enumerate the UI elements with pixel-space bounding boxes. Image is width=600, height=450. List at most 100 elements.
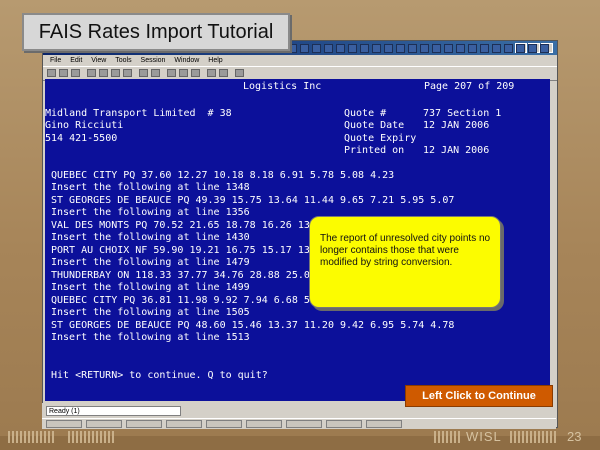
app-icon[interactable]: [348, 44, 357, 53]
app-icon[interactable]: [492, 44, 501, 53]
app-icon[interactable]: [516, 44, 525, 53]
footer-bar-mark: [518, 431, 520, 443]
footer-bar-mark: [442, 431, 444, 443]
disconnect-icon[interactable]: [151, 69, 160, 77]
report-line: Insert the following at line 1505: [51, 307, 250, 318]
connect-icon[interactable]: [139, 69, 148, 77]
footer-bar-mark: [514, 431, 516, 443]
app-icon[interactable]: [432, 44, 441, 53]
new-icon[interactable]: [47, 69, 56, 77]
app-icon[interactable]: [540, 44, 549, 53]
footer-bar-mark: [96, 431, 98, 443]
app-icon[interactable]: [396, 44, 405, 53]
footer-bar-mark: [100, 431, 102, 443]
report-line: Insert the following at line 1513: [51, 332, 250, 343]
report-line: Insert the following at line 1499: [51, 282, 250, 293]
report-line: THUNDERBAY ON 118.33 37.77 34.76 28.88 2…: [51, 270, 310, 281]
open-icon[interactable]: [59, 69, 68, 77]
footer-bar-mark: [48, 431, 50, 443]
app-icon[interactable]: [360, 44, 369, 53]
report-line: QUEBEC CITY PQ 37.60 12.27 10.18 8.18 6.…: [51, 170, 395, 181]
footer-bar-mark: [84, 431, 86, 443]
callout-text: The report of unresolved city points no …: [320, 233, 491, 268]
menu-bar: File Edit View Tools Session Window Help: [43, 55, 557, 66]
app-icon[interactable]: [504, 44, 513, 53]
footer-bar-mark: [44, 431, 46, 443]
continue-prompt: Hit <RETURN> to continue. Q to quit?: [51, 370, 268, 381]
app-icon[interactable]: [480, 44, 489, 53]
report-line: Insert the following at line 1479: [51, 257, 250, 268]
print-icon[interactable]: [87, 69, 96, 77]
app-icon[interactable]: [384, 44, 393, 53]
footer-bar-mark: [104, 431, 106, 443]
taskbar-item[interactable]: [366, 420, 402, 428]
taskbar-item[interactable]: [46, 420, 82, 428]
quote-date-value: 12 JAN 2006: [423, 120, 490, 131]
app-icon[interactable]: [408, 44, 417, 53]
contact-name: Gino Ricciuti: [45, 120, 124, 131]
footer-bar-mark: [80, 431, 82, 443]
company-line: Midland Transport Limited # 38: [45, 108, 232, 119]
menu-file[interactable]: File: [50, 57, 61, 64]
app-icon[interactable]: [528, 44, 537, 53]
transfer-icon[interactable]: [219, 69, 228, 77]
cut-icon[interactable]: [99, 69, 108, 77]
taskbar-item[interactable]: [326, 420, 362, 428]
taskbar-item[interactable]: [246, 420, 282, 428]
footer-bar-mark: [112, 431, 114, 443]
footer-bar-mark: [554, 431, 556, 443]
menu-help[interactable]: Help: [208, 57, 222, 64]
quick-launch-icons: [264, 43, 550, 55]
taskbar-item[interactable]: [166, 420, 202, 428]
menu-window[interactable]: Window: [174, 57, 199, 64]
app-icon[interactable]: [324, 44, 333, 53]
app-icon[interactable]: [336, 44, 345, 53]
menu-edit[interactable]: Edit: [70, 57, 82, 64]
footer-bar-mark: [510, 431, 512, 443]
phone-number: 514 421-5500: [45, 133, 118, 144]
app-icon[interactable]: [372, 44, 381, 53]
help-icon[interactable]: [235, 69, 244, 77]
continue-button[interactable]: Left Click to Continue: [405, 385, 553, 407]
footer-bar-mark: [434, 431, 436, 443]
quote-number-label: Quote #: [344, 108, 387, 119]
footer-bar-mark: [438, 431, 440, 443]
app-icon[interactable]: [312, 44, 321, 53]
footer-bar-mark: [534, 431, 536, 443]
paste-icon[interactable]: [123, 69, 132, 77]
menu-tools[interactable]: Tools: [115, 57, 131, 64]
report-line: Insert the following at line 1348: [51, 182, 250, 193]
taskbar: [42, 418, 556, 429]
footer-bar-mark: [550, 431, 552, 443]
save-icon[interactable]: [71, 69, 80, 77]
taskbar-item[interactable]: [86, 420, 122, 428]
menu-view[interactable]: View: [91, 57, 106, 64]
taskbar-item[interactable]: [126, 420, 162, 428]
copy-icon[interactable]: [111, 69, 120, 77]
footer-bar-mark: [72, 431, 74, 443]
app-icon[interactable]: [444, 44, 453, 53]
menu-session[interactable]: Session: [141, 57, 166, 64]
app-icon[interactable]: [456, 44, 465, 53]
footer-bar-mark: [446, 431, 448, 443]
footer-label: WISL: [466, 429, 502, 444]
macro-icon[interactable]: [207, 69, 216, 77]
app-icon[interactable]: [468, 44, 477, 53]
taskbar-item[interactable]: [286, 420, 322, 428]
status-field: Ready (1): [46, 406, 181, 416]
report-header-title: Logistics Inc: [243, 81, 322, 92]
footer-bar-mark: [546, 431, 548, 443]
footer-bar-mark: [8, 431, 10, 443]
font-icon[interactable]: [191, 69, 200, 77]
footer-bar-mark: [88, 431, 90, 443]
taskbar-item[interactable]: [206, 420, 242, 428]
app-icon[interactable]: [300, 44, 309, 53]
report-line: VAL DES MONTS PQ 70.52 21.65 18.78 16.26…: [51, 220, 310, 231]
footer-bar-mark: [108, 431, 110, 443]
settings-icon[interactable]: [167, 69, 176, 77]
app-icon[interactable]: [420, 44, 429, 53]
keyboard-icon[interactable]: [179, 69, 188, 77]
quote-date-label: Quote Date: [344, 120, 405, 131]
footer-bar-mark: [522, 431, 524, 443]
report-line: Insert the following at line 1430: [51, 232, 250, 243]
